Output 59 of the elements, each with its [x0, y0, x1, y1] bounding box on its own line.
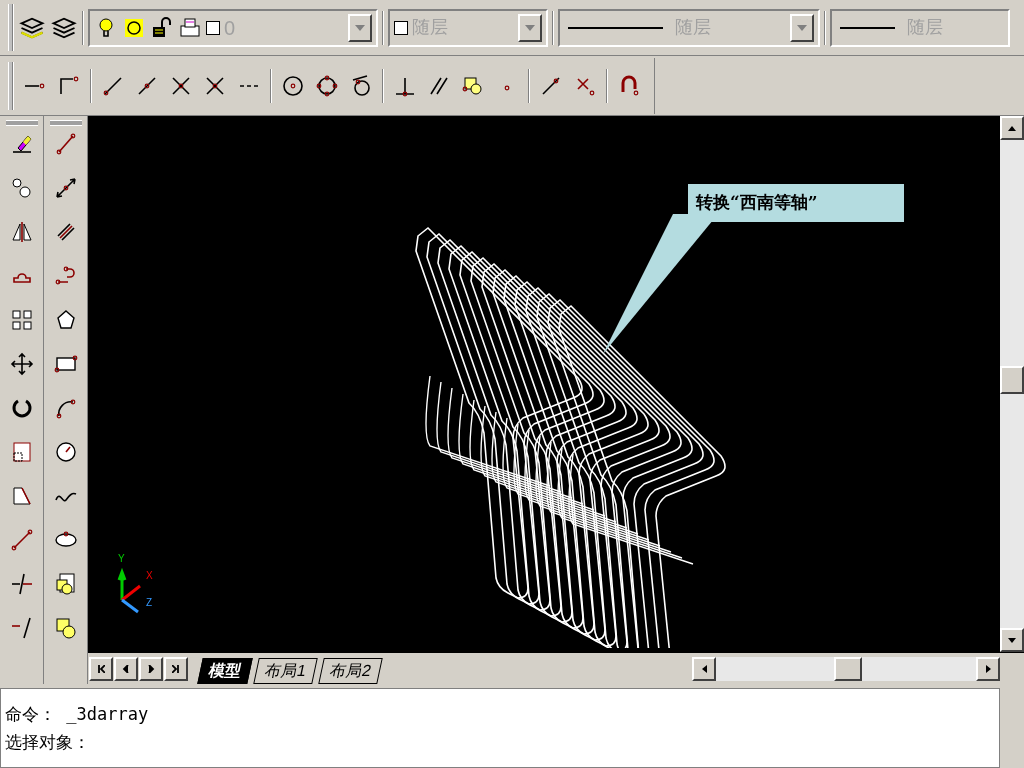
toolbar-grip[interactable] [49, 120, 82, 126]
center-snap-icon[interactable] [281, 73, 305, 98]
axis-label: Y [118, 554, 125, 564]
lock-icon[interactable] [150, 15, 174, 40]
scroll-down-button[interactable] [1000, 628, 1024, 652]
toolbar-grip[interactable] [8, 4, 14, 51]
line-sample [840, 26, 895, 29]
color-swatch [394, 20, 408, 35]
make-block-icon[interactable] [53, 616, 78, 640]
color-swatch [206, 20, 220, 35]
quadrant-snap-icon[interactable] [315, 73, 339, 98]
callout-label: 转换“西南等轴” [688, 184, 904, 222]
toolbar-grip[interactable] [8, 61, 14, 110]
tab-nav-button[interactable] [139, 656, 163, 681]
layout-tab[interactable]: 模型 [197, 658, 253, 684]
right-arrow-icon [985, 664, 991, 673]
trim-line-icon[interactable] [9, 528, 34, 552]
scroll-left-button[interactable] [692, 656, 716, 681]
previous-icon [122, 664, 130, 673]
scroll-thumb[interactable] [1000, 366, 1024, 394]
dropdown-button[interactable] [518, 13, 542, 42]
caret-icon [797, 24, 807, 31]
axis-label: Z [146, 598, 153, 608]
toolbar-grip[interactable] [5, 120, 38, 126]
caret-icon [355, 24, 365, 31]
insert-block-icon[interactable] [53, 572, 78, 596]
circle-icon[interactable] [53, 440, 78, 464]
scroll-thumb[interactable] [834, 656, 862, 681]
tab-nav-button[interactable] [89, 656, 113, 681]
command-line: 命令： _3darray [5, 703, 150, 726]
tab-nav-button[interactable] [164, 656, 188, 681]
mirror-icon[interactable] [9, 220, 34, 244]
break-line-icon[interactable] [9, 616, 34, 640]
scroll-up-button[interactable] [1000, 116, 1024, 140]
tab-nav-button[interactable] [114, 656, 138, 681]
up-arrow-icon [1008, 125, 1016, 131]
command-line: 选择对象： [5, 731, 91, 754]
scroll-right-button[interactable] [976, 656, 1000, 681]
printer-icon[interactable] [178, 15, 202, 40]
last-icon [172, 664, 180, 673]
horizontal-scrollbar[interactable] [692, 656, 1000, 681]
caret-icon [525, 24, 535, 31]
extend-line-icon[interactable] [9, 572, 34, 596]
command-window[interactable]: 命令： _3darray 选择对象： [0, 688, 1000, 768]
layout-tab[interactable]: 布局1 [253, 658, 318, 684]
array-squares-icon[interactable] [9, 308, 34, 332]
axis-label: X [146, 571, 153, 581]
next-icon [147, 664, 155, 673]
vertical-scrollbar[interactable] [1000, 116, 1024, 652]
down-arrow-icon [1008, 637, 1016, 643]
copy-circles-icon[interactable] [9, 176, 34, 200]
layout-tab[interactable]: 布局2 [318, 658, 383, 684]
first-icon [97, 664, 105, 673]
dropdown-button[interactable] [790, 13, 814, 42]
left-arrow-icon [701, 664, 707, 673]
drawing-canvas[interactable]: 转换“西南等轴” Y X Z [88, 116, 1000, 652]
move-arrows-icon[interactable] [9, 352, 34, 376]
dropdown-button[interactable] [348, 13, 372, 42]
construction-line-icon[interactable] [53, 176, 78, 200]
